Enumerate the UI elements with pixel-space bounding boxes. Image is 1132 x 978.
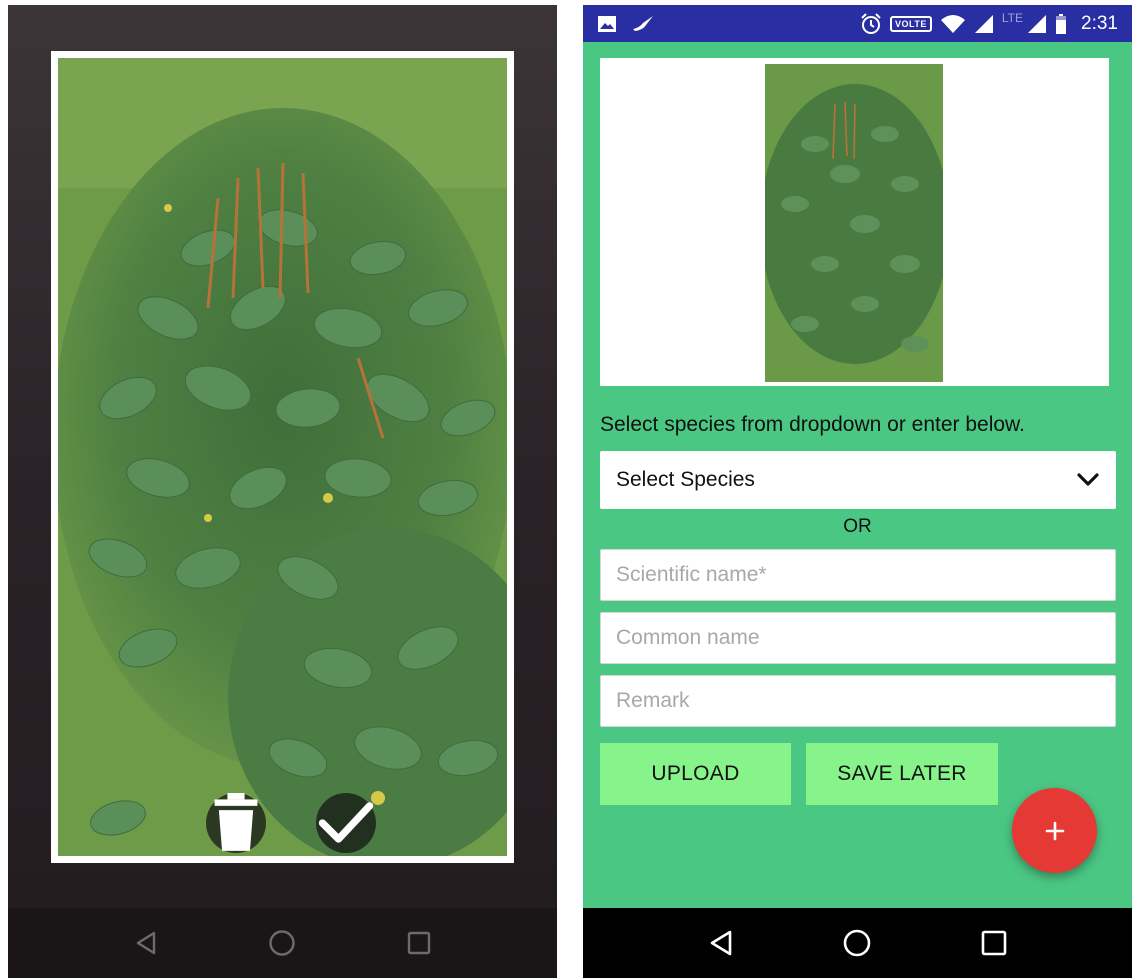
status-system-icons: VOLTE LTE 2:31: [860, 10, 1118, 35]
wifi-icon: [940, 14, 965, 33]
captured-plant-photo: [58, 58, 507, 856]
save-later-button[interactable]: SAVE LATER: [806, 743, 998, 805]
recents-icon: [981, 930, 1007, 956]
home-icon: [844, 929, 871, 957]
status-notifications: [597, 15, 655, 33]
gallery-icon: [598, 15, 616, 32]
chevron-down-icon: [1077, 473, 1099, 486]
nav-back-button[interactable]: [691, 913, 751, 973]
or-separator: OR: [843, 516, 872, 537]
signal-icon: [974, 14, 993, 33]
volte-badge: VOLTE: [890, 15, 932, 32]
network-type-label: LTE: [1001, 10, 1024, 25]
navigation-bar: [583, 908, 1132, 978]
signal-icon: [1028, 14, 1047, 33]
alarm-icon: [861, 12, 881, 34]
plus-icon: [1045, 821, 1064, 840]
recents-icon: [407, 931, 431, 955]
nav-back-button[interactable]: [116, 913, 176, 973]
back-icon: [710, 930, 732, 956]
status-bar: VOLTE LTE 2:31: [583, 5, 1132, 42]
species-dropdown[interactable]: Select Species: [600, 451, 1116, 509]
nav-home-button[interactable]: [827, 913, 887, 973]
species-upload-screen: VOLTE LTE 2:31 Select species from dropd…: [583, 5, 1132, 978]
captured-photo-frame: [51, 51, 514, 863]
back-icon: [136, 931, 156, 955]
nav-recents-button[interactable]: [389, 913, 449, 973]
common-name-input[interactable]: [600, 612, 1116, 664]
species-instruction: Select species from dropdown or enter be…: [600, 413, 1025, 436]
check-icon: [318, 802, 374, 843]
add-button[interactable]: [1012, 788, 1097, 873]
plant-thumbnail-illustration: [765, 64, 943, 382]
plant-photo-illustration: [58, 58, 507, 856]
species-dropdown-value: Select Species: [616, 468, 755, 491]
nav-home-button[interactable]: [252, 913, 312, 973]
accept-photo-button[interactable]: [316, 793, 376, 853]
nav-recents-button[interactable]: [964, 913, 1024, 973]
photo-preview-card: [600, 58, 1109, 386]
navigation-bar: [8, 908, 557, 978]
upload-button[interactable]: UPLOAD: [600, 743, 791, 805]
trash-icon: [214, 793, 258, 851]
bird-icon: [633, 15, 653, 31]
photo-preview-thumbnail[interactable]: [765, 64, 943, 382]
scientific-name-input[interactable]: [600, 549, 1116, 601]
camera-preview-screen: [8, 5, 557, 978]
remark-input[interactable]: [600, 675, 1116, 727]
home-icon: [269, 930, 296, 956]
clock: 2:31: [1081, 12, 1118, 34]
discard-photo-button[interactable]: [206, 793, 266, 853]
battery-icon: [1056, 13, 1067, 34]
